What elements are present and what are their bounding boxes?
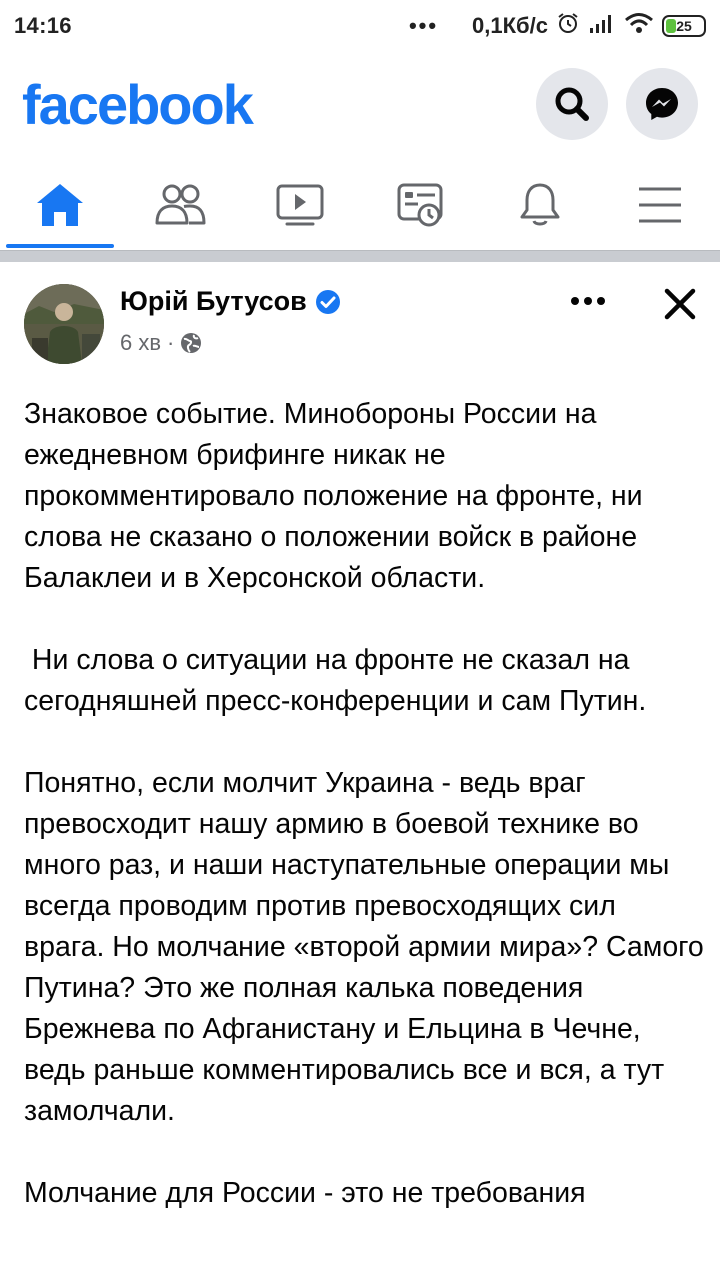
post-paragraph: Понятно, если молчит Украина - ведь враг… (24, 767, 712, 1127)
tab-notifications[interactable] (480, 160, 600, 250)
post-author[interactable]: Юрій Бутусов (120, 286, 341, 317)
menu-icon (639, 187, 681, 223)
globe-icon (181, 333, 202, 353)
post-body: Знаковое событие. Минобороны России на е… (24, 394, 704, 1255)
home-icon (37, 184, 83, 226)
bell-icon (520, 183, 560, 226)
main-nav (0, 160, 720, 250)
status-dots: ••• (408, 13, 439, 38)
status-indicators: ••• 0,1Кб/с 25 (409, 11, 706, 41)
verified-badge-icon (315, 289, 340, 314)
status-bar: 14:16 ••• 0,1Кб/с 25 (0, 0, 720, 52)
more-options-button[interactable] (566, 286, 610, 316)
tab-menu[interactable] (600, 160, 720, 250)
network-speed: 0,1Кб/с (472, 13, 548, 38)
tab-friends[interactable] (120, 160, 240, 250)
app-header: facebook (0, 58, 720, 150)
watch-icon (276, 184, 324, 226)
meta-separator: · (167, 330, 175, 355)
hide-post-button[interactable] (660, 284, 700, 324)
avatar[interactable] (24, 284, 104, 364)
tab-home[interactable] (0, 160, 120, 250)
battery-icon: 25 (662, 15, 706, 37)
news-icon (397, 183, 443, 227)
wifi-icon (624, 12, 654, 40)
more-icon (571, 297, 605, 305)
search-icon (555, 87, 589, 121)
status-time: 14:16 (14, 13, 72, 38)
facebook-logo[interactable]: facebook (22, 72, 254, 137)
alarm-icon (556, 11, 580, 41)
messenger-button[interactable] (626, 68, 698, 140)
tab-watch[interactable] (240, 160, 360, 250)
messenger-icon (646, 88, 678, 120)
tab-news[interactable] (360, 160, 480, 250)
post-paragraph: Ни слова о ситуации на фронте не сказал … (24, 644, 647, 717)
post-paragraph: Молчание для России - это не требования (24, 1177, 586, 1209)
friends-icon (155, 184, 206, 225)
signal-icon (588, 12, 616, 40)
search-button[interactable] (536, 68, 608, 140)
close-icon (664, 288, 696, 320)
feed-divider (0, 250, 720, 262)
post-header: Юрій Бутусов 6 хв · (0, 272, 720, 372)
author-name[interactable]: Юрій Бутусов (120, 286, 307, 317)
post-meta: 6 хв · (120, 330, 202, 356)
battery-level: 25 (676, 18, 692, 34)
post-paragraph: Знаковое событие. Минобороны России на е… (24, 398, 651, 594)
post-time[interactable]: 6 хв (120, 330, 161, 356)
